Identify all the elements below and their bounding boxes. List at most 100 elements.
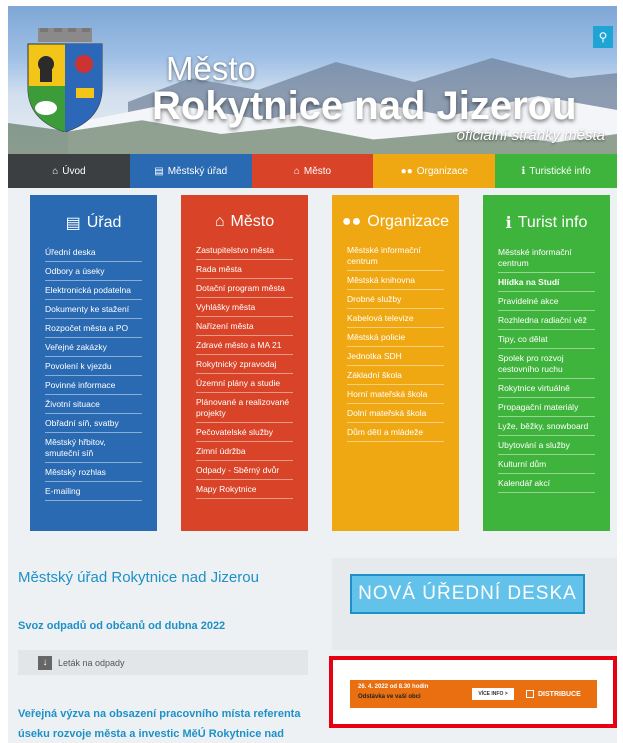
link-item[interactable]: Mapy Rokytnice [196, 480, 293, 499]
logo-square-icon [526, 690, 534, 698]
link-item[interactable]: Pravidelné akce [498, 292, 595, 311]
search-button[interactable]: ⚲ [593, 26, 613, 48]
link-item[interactable]: Zastupitelstvo města [196, 241, 293, 260]
link-item[interactable]: E-mailing [45, 482, 142, 501]
link-item[interactable]: Odpady - Sběrný dvůr [196, 461, 293, 480]
attachment[interactable]: ↓ Leták na odpady [18, 650, 308, 675]
link-item[interactable]: Tipy, co dělat [498, 330, 595, 349]
link-item[interactable]: Ubytování a služby [498, 436, 595, 455]
news-title-2[interactable]: Veřejná výzva na obsazení pracovního mís… [18, 704, 308, 743]
column-organizace: ●● Organizace Městské informační centrum M… [332, 195, 459, 531]
link-item[interactable]: Povinné informace [45, 376, 142, 395]
logo-text: DISTRIBUCE [538, 690, 581, 698]
link-item[interactable]: Kulturní dům [498, 455, 595, 474]
link-item[interactable]: Dům dětí a mládeže [347, 423, 444, 442]
sidebar-panel: NOVÁ ÚŘEDNÍ DESKA [332, 558, 617, 650]
link-item[interactable]: Elektronická podatelna [45, 281, 142, 300]
book-icon: ▤ [65, 215, 81, 232]
tab-uvod[interactable]: ⌂ Úvod [8, 154, 130, 188]
link-item[interactable]: Veřejné zakázky [45, 338, 142, 357]
banner-highlight: 26. 4. 2022 od 8.30 hodin Odstávka ve va… [329, 656, 617, 728]
attachment-link[interactable]: Leták na odpady [58, 658, 125, 668]
bank-icon: ⌂ [214, 213, 225, 230]
link-item[interactable]: Plánované a realizované projekty [196, 393, 293, 423]
tab-label: Úvod [62, 165, 86, 177]
link-list: Zastupitelstvo města Rada města Dotační pr… [181, 241, 308, 499]
people-icon: ●● [400, 165, 413, 177]
link-item[interactable]: Městská policie [347, 328, 444, 347]
link-item[interactable]: Odbory a úseky [45, 262, 142, 281]
link-list: Městské informační centrum Hlídka na Stud… [483, 243, 610, 493]
column-title-mesto[interactable]: ⌂ Město [181, 213, 308, 231]
link-item[interactable]: Městské informační centrum [347, 241, 444, 271]
link-item[interactable]: Rada města [196, 260, 293, 279]
link-item[interactable]: Úřední deska [45, 243, 142, 262]
link-item[interactable]: Dolní mateřská škola [347, 404, 444, 423]
coat-of-arms-logo[interactable] [24, 28, 106, 132]
link-item[interactable]: Spolek pro rozvoj cestovního ruchu [498, 349, 595, 379]
link-item[interactable]: Jednotka SDH [347, 347, 444, 366]
tab-mesto[interactable]: ⌂ Město [251, 154, 374, 188]
link-item[interactable]: Zdravé město a MA 21 [196, 336, 293, 355]
link-list: Úřední deska Odbory a úseky Elektronická p… [30, 243, 157, 501]
link-item[interactable]: Horní mateřská škola [347, 385, 444, 404]
more-info-button[interactable]: VÍCE INFO > [472, 688, 514, 700]
tab-mestsky-urad[interactable]: ▤ Městský úřad [129, 154, 252, 188]
column-urad: ▤ Úřad Úřední deska Odbory a úseky Elektron… [30, 195, 157, 531]
link-item[interactable]: Rozhledna radiační věž [498, 311, 595, 330]
link-item[interactable]: Rokytnice virtuálně [498, 379, 595, 398]
bank-icon: ⌂ [293, 165, 300, 177]
link-item[interactable]: Dotační program města [196, 279, 293, 298]
link-item[interactable]: Obřadní síň, svatby [45, 414, 142, 433]
link-item[interactable]: Zimní údržba [196, 442, 293, 461]
site-title-small: Město [166, 50, 256, 87]
tab-organizace[interactable]: ●● Organizace [373, 154, 496, 188]
link-item[interactable]: Povolení k vjezdu [45, 357, 142, 376]
tab-turisticke-info[interactable]: ℹ Turistické info [495, 154, 617, 188]
news-section: Městský úřad Rokytnice nad Jizerou Svoz … [18, 554, 308, 743]
link-item[interactable]: Hlídka na Studí [498, 273, 595, 292]
link-item[interactable]: Kalendář akcí [498, 474, 595, 493]
link-item[interactable]: Základní škola [347, 366, 444, 385]
link-item[interactable]: Propagační materiály [498, 398, 595, 417]
link-item[interactable]: Životní situace [45, 395, 142, 414]
tab-label: Organizace [416, 165, 468, 177]
link-item[interactable]: Drobné služby [347, 290, 444, 309]
tab-label: Turistické info [529, 165, 591, 177]
page: Město Rokytnice nad Jizerou oficiální st… [8, 6, 617, 743]
link-item[interactable]: Městské informační centrum [498, 243, 595, 273]
site-subtitle: oficiální stránky města [456, 127, 605, 144]
tab-label: Město [303, 165, 332, 177]
link-item[interactable]: Kabelová televize [347, 309, 444, 328]
download-icon: ↓ [38, 655, 52, 670]
uredni-deska-button[interactable]: NOVÁ ÚŘEDNÍ DESKA [350, 574, 585, 614]
outage-banner[interactable]: 26. 4. 2022 od 8.30 hodin Odstávka ve va… [350, 680, 597, 708]
link-item[interactable]: Dokumenty ke stažení [45, 300, 142, 319]
office-heading: Městský úřad Rokytnice nad Jizerou [18, 569, 259, 586]
people-icon: ●● [341, 213, 362, 230]
link-item[interactable]: Rozpočet města a PO [45, 319, 142, 338]
distribuce-logo: DISTRIBUCE [526, 688, 581, 700]
home-icon: ⌂ [52, 165, 59, 177]
column-title-turist-info[interactable]: ℹ Turist info [483, 213, 610, 233]
link-item[interactable]: Pečovatelské služby [196, 423, 293, 442]
link-list: Městské informační centrum Městská knihov… [332, 241, 459, 442]
link-item[interactable]: Městský rozhlas [45, 463, 142, 482]
tab-label: Městský úřad [167, 165, 228, 177]
news-title[interactable]: Svoz odpadů od občanů od dubna 2022 [18, 620, 225, 632]
column-title-urad[interactable]: ▤ Úřad [30, 213, 157, 233]
info-icon: ℹ [521, 165, 526, 177]
banner-date: 26. 4. 2022 od 8.30 hodin [358, 684, 429, 690]
column-turist-info: ℹ Turist info Městské informační centrum H… [483, 195, 610, 531]
info-icon: ℹ [505, 215, 512, 232]
link-item[interactable]: Lyže, běžky, snowboard [498, 417, 595, 436]
search-icon: ⚲ [598, 30, 608, 44]
link-item[interactable]: Územní plány a studie [196, 374, 293, 393]
link-item[interactable]: Městský hřbitov, smuteční síň [45, 433, 142, 463]
link-item[interactable]: Městská knihovna [347, 271, 444, 290]
site-title[interactable]: Rokytnice nad Jizerou [152, 84, 577, 129]
column-title-organizace[interactable]: ●● Organizace [332, 213, 459, 231]
link-item[interactable]: Nařízení města [196, 317, 293, 336]
link-item[interactable]: Vyhlášky města [196, 298, 293, 317]
link-item[interactable]: Rokytnický zpravodaj [196, 355, 293, 374]
